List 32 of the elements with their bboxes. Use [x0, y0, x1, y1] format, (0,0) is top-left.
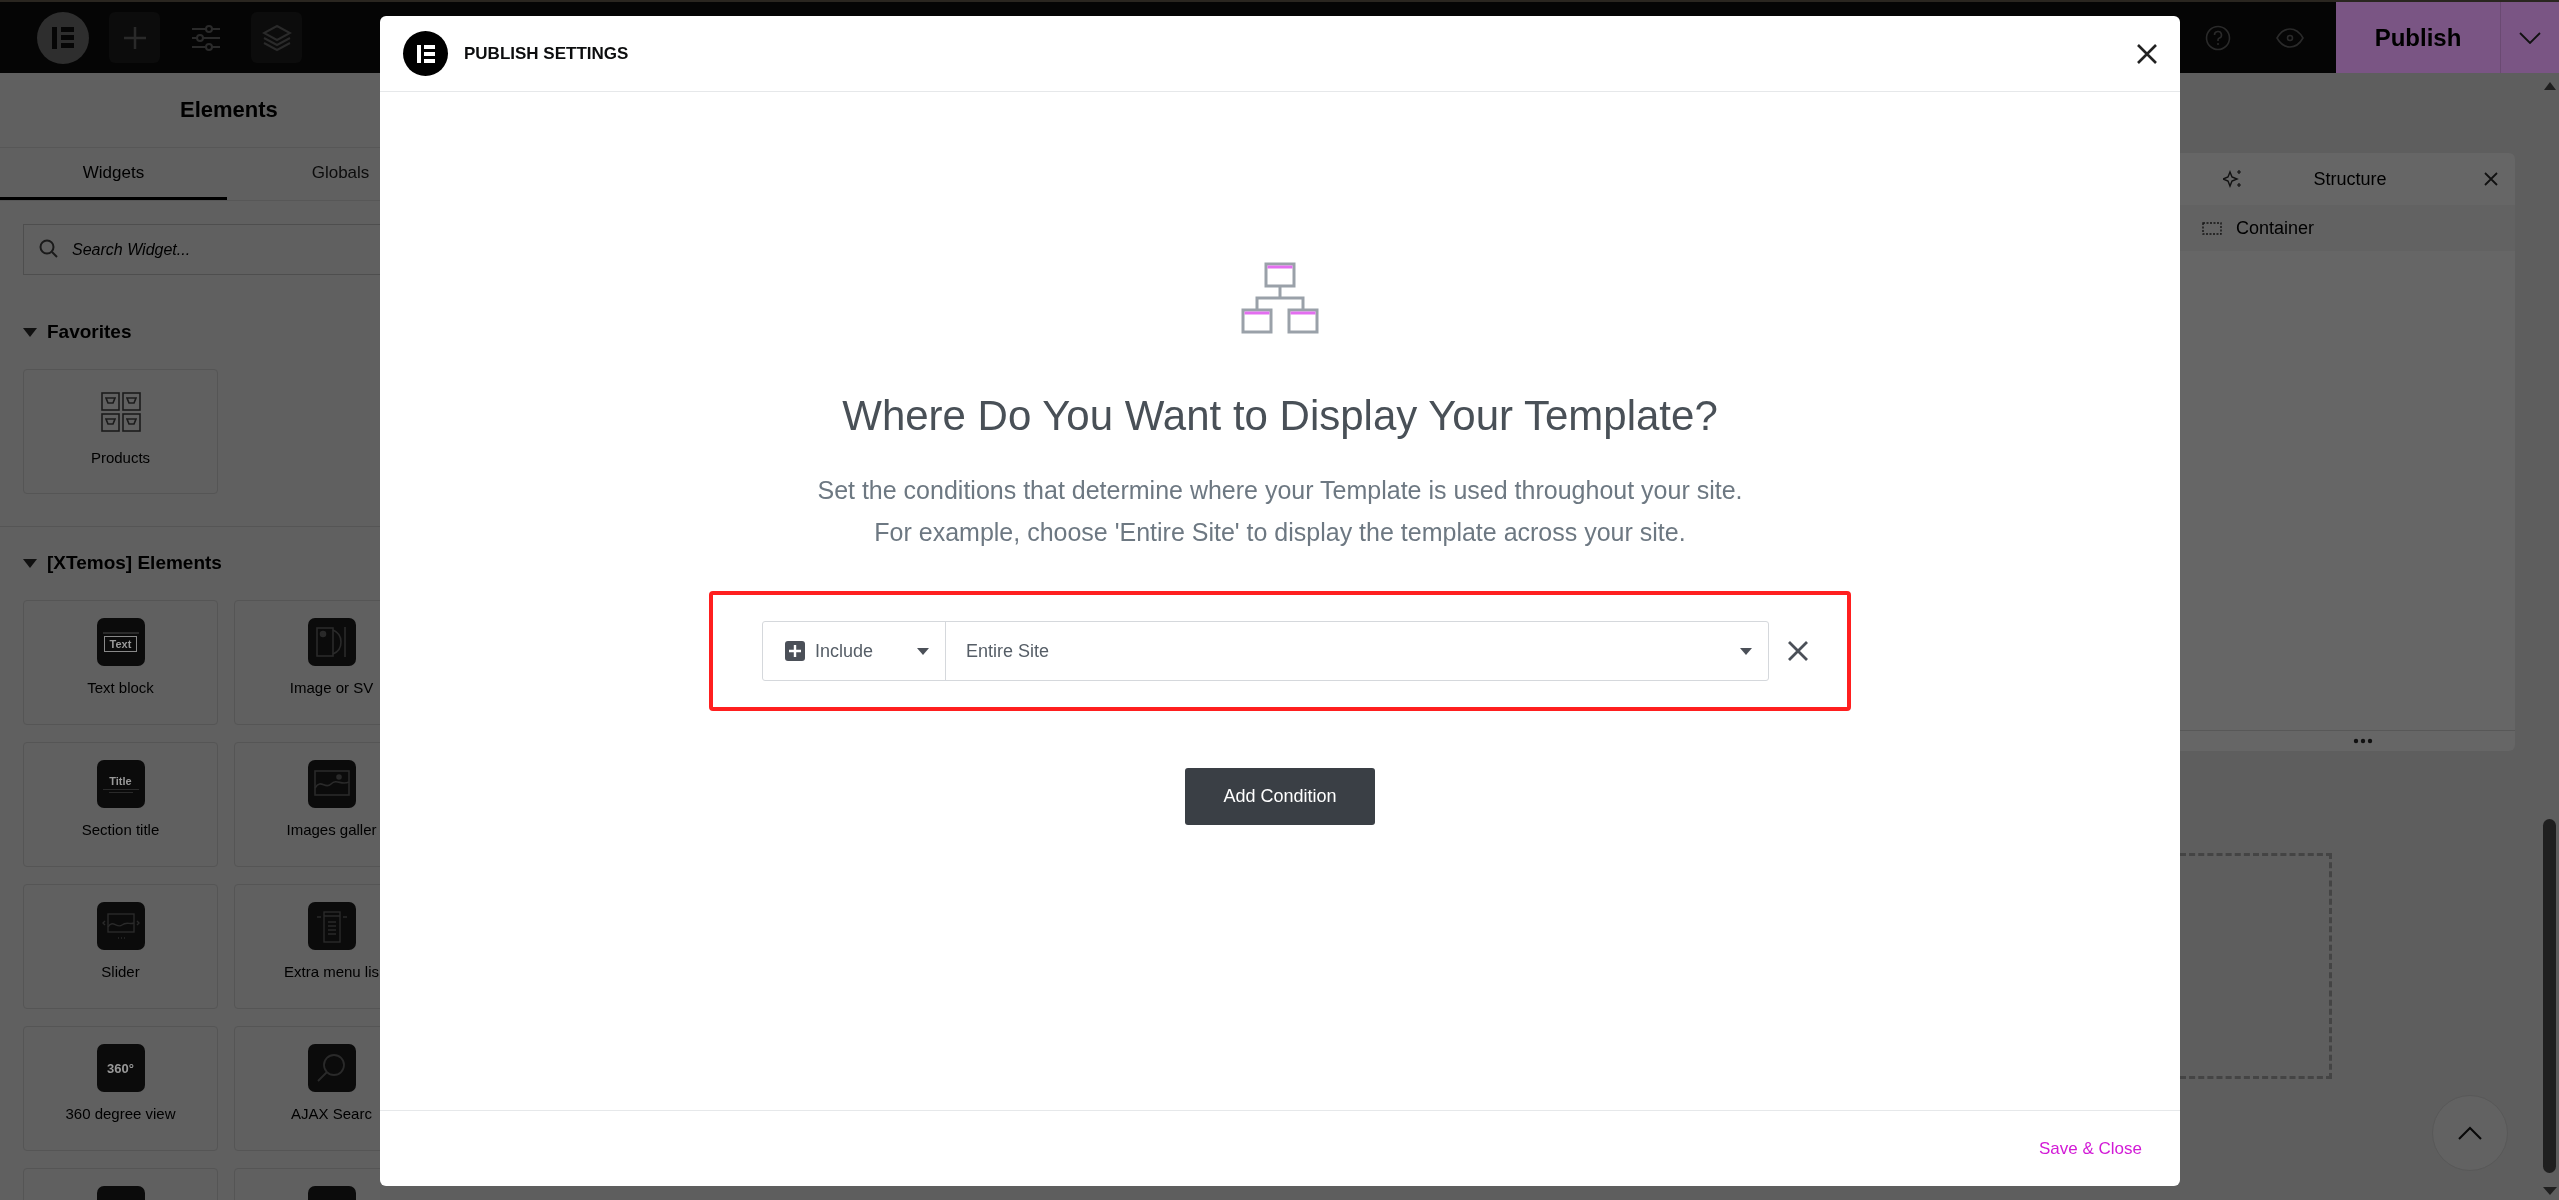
title-icon: Title	[96, 760, 145, 808]
widget-label: Text block	[87, 679, 154, 696]
structure-title: Structure	[2313, 168, 2387, 190]
widget-card[interactable]: Products	[23, 369, 218, 494]
description-text: Set the conditions that determine where your Template is used throughout your site.	[817, 476, 1743, 505]
widget-card[interactable]: Slider	[23, 884, 218, 1009]
add-condition-button[interactable]: Add Condition	[1185, 768, 1375, 825]
section-title[interactable]: [XTemos] Elements	[47, 552, 222, 574]
search-field[interactable]: Search Widget...	[23, 224, 380, 275]
widget-label: Image or SV	[289, 679, 374, 696]
widget-label: Images galler	[286, 821, 377, 838]
view360-icon: 360°	[96, 1044, 145, 1092]
publish-button[interactable]: Publish	[2336, 2, 2500, 73]
widget-card[interactable]: Text Text block	[23, 600, 218, 725]
description-text: For example, choose 'Entire Site' to display the template across your site.	[874, 518, 1686, 547]
widget-label: AJAX Searc	[291, 1105, 372, 1122]
widget-label: 360 degree view	[65, 1105, 176, 1122]
structure-item[interactable]: Container	[2180, 205, 2515, 251]
widget-label: Section title	[81, 821, 160, 838]
section-title[interactable]: Favorites	[47, 321, 132, 343]
widget-card[interactable]: 360° 360 degree view	[23, 1026, 218, 1151]
widget-card[interactable]: Title Section title	[23, 742, 218, 867]
panel-title: Elements	[179, 96, 279, 124]
panel-tab[interactable]: Globals	[227, 148, 380, 200]
dialog-heading: Where Do You Want to Display Your Template?	[842, 392, 1718, 440]
widget-label: Slider	[101, 963, 140, 980]
widget-label: Products	[90, 449, 151, 466]
text-icon: Text	[96, 618, 145, 666]
panel-tab[interactable]: Widgets	[0, 148, 227, 200]
save-close-link[interactable]: Save & Close	[2039, 1138, 2142, 1159]
widget-label: Extra menu lis	[283, 963, 379, 980]
dialog-title: PUBLISH SETTINGS	[464, 43, 629, 64]
